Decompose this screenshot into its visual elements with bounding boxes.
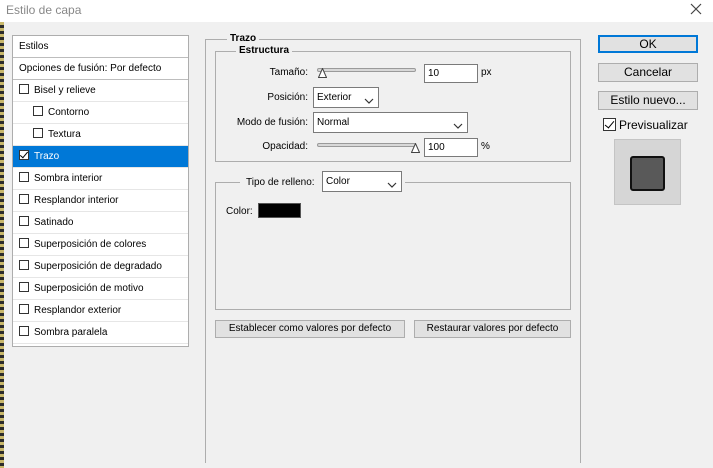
size-slider-thumb[interactable] (317, 67, 328, 78)
style-item[interactable]: Resplandor exterior (13, 300, 188, 322)
style-item-label: Superposición de motivo (34, 283, 144, 294)
style-item-label: Contorno (48, 107, 90, 118)
fill-group (215, 182, 571, 310)
opacity-unit: % (481, 141, 490, 152)
style-item[interactable]: Sombra paralela (13, 322, 188, 344)
color-swatch[interactable] (258, 203, 301, 218)
style-item-label: Sombra interior (34, 173, 103, 184)
fill-type-label: Tipo de relleno: (246, 177, 315, 188)
window-title: Estilo de capa (6, 3, 82, 17)
opacity-slider[interactable] (317, 143, 416, 147)
style-item[interactable]: Trazo (13, 146, 188, 168)
blend-mode-label: Modo de fusión: (236, 117, 308, 128)
style-item-label: Trazo (34, 151, 60, 162)
blend-options-item[interactable]: Opciones de fusión: Por defecto (13, 58, 188, 80)
opacity-label: Opacidad: (262, 141, 308, 152)
position-value: Exterior (317, 92, 352, 103)
style-item-label: Superposición de degradado (34, 261, 162, 272)
style-item[interactable]: Textura (13, 124, 188, 146)
checkbox-icon[interactable] (19, 194, 29, 204)
ok-button[interactable]: OK (598, 35, 698, 53)
title-bar: Estilo de capa (0, 0, 713, 22)
style-item[interactable]: Sombra interior (13, 168, 188, 190)
preview-square (630, 156, 665, 191)
chevron-down-icon (453, 118, 463, 129)
checkbox-icon[interactable] (19, 260, 29, 270)
blend-mode-select[interactable]: Normal (313, 112, 468, 133)
checkbox-checked-icon[interactable] (19, 150, 29, 160)
reset-default-button[interactable]: Restaurar valores por defecto (414, 320, 571, 338)
panel-title: Trazo (227, 33, 260, 44)
checkbox-checked-icon[interactable] (603, 118, 616, 131)
checkbox-icon[interactable] (19, 172, 29, 182)
style-item-label: Textura (48, 129, 81, 140)
opacity-input[interactable]: 100 (424, 138, 478, 157)
checkbox-icon[interactable] (19, 326, 29, 336)
style-item[interactable]: Bisel y relieve (13, 80, 188, 102)
checkbox-icon[interactable] (19, 84, 29, 94)
style-item[interactable]: Contorno (13, 102, 188, 124)
style-item[interactable]: Satinado (13, 212, 188, 234)
size-slider[interactable] (317, 68, 416, 72)
checkbox-icon[interactable] (33, 128, 43, 138)
structure-title: Estructura (236, 45, 293, 56)
fill-type-select[interactable]: Color (322, 171, 402, 192)
size-label: Tamaño: (269, 67, 308, 78)
checkbox-icon[interactable] (19, 216, 29, 226)
checkbox-icon[interactable] (19, 282, 29, 292)
style-item-label: Resplandor exterior (34, 305, 122, 316)
style-item-label: Resplandor interior (34, 195, 119, 206)
styles-header[interactable]: Estilos (13, 36, 188, 58)
style-item-label: Bisel y relieve (34, 85, 96, 96)
size-input[interactable]: 10 (424, 64, 478, 83)
style-item-label: Superposición de colores (34, 239, 147, 250)
style-item-label: Satinado (34, 217, 74, 228)
new-style-button[interactable]: Estilo nuevo... (598, 91, 698, 110)
opacity-slider-thumb[interactable] (410, 142, 421, 153)
position-select[interactable]: Exterior (313, 87, 379, 108)
close-icon[interactable] (689, 2, 703, 16)
checkbox-icon[interactable] (19, 238, 29, 248)
fill-type-value: Color (326, 176, 350, 187)
checkbox-icon[interactable] (33, 106, 43, 116)
position-label: Posición: (267, 92, 308, 103)
chevron-down-icon (364, 93, 374, 104)
set-default-button[interactable]: Establecer como valores por defecto (215, 320, 405, 338)
style-item[interactable]: Superposición de motivo (13, 278, 188, 300)
preview-checkbox[interactable]: Previsualizar (603, 118, 688, 132)
chevron-down-icon (387, 177, 397, 188)
style-item[interactable]: Superposición de colores (13, 234, 188, 256)
color-label: Color: (226, 206, 253, 217)
styles-list: Estilos Opciones de fusión: Por defecto … (12, 35, 189, 347)
checkbox-icon[interactable] (19, 304, 29, 314)
blend-mode-value: Normal (317, 117, 350, 128)
preview-thumbnail (614, 139, 681, 205)
style-item-label: Sombra paralela (34, 327, 108, 338)
size-unit: px (481, 67, 492, 78)
cancel-button[interactable]: Cancelar (598, 63, 698, 82)
style-item[interactable]: Superposición de degradado (13, 256, 188, 278)
style-item[interactable]: Resplandor interior (13, 190, 188, 212)
preview-label: Previsualizar (619, 118, 688, 132)
background-edge (0, 22, 4, 468)
